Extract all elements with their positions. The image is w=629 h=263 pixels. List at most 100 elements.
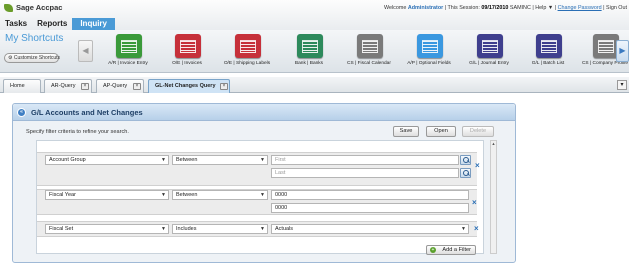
invoices-icon — [175, 34, 201, 58]
optional-fields-icon — [417, 34, 443, 58]
session-date: 09/17/2010 — [481, 5, 509, 11]
filter-field-select[interactable]: Fiscal Year ▼ — [45, 190, 169, 200]
chevron-right-icon: ▶ — [619, 46, 626, 55]
tile-glyph — [482, 39, 498, 53]
scroll-up-icon[interactable]: ▲ — [491, 141, 496, 147]
chevron-down-icon: ▼ — [260, 157, 265, 163]
filter-field-value: Fiscal Year — [49, 192, 76, 198]
scroll-left-button[interactable]: ◀ — [78, 40, 93, 62]
sage-logo-icon — [4, 3, 13, 12]
invoice-entry-icon — [116, 34, 142, 58]
tile-glyph — [121, 39, 137, 53]
session-label: | This Session: — [444, 5, 480, 11]
filter-from-input[interactable]: First — [271, 155, 459, 165]
sign-out-link[interactable]: | Sign Out — [603, 5, 627, 11]
tile-glyph — [541, 39, 557, 53]
collapse-icon[interactable]: « — [17, 108, 26, 117]
add-filter-label: Add a Filter — [442, 247, 471, 253]
change-password-link[interactable]: Change Password — [558, 5, 602, 11]
filter-operator-select[interactable]: Includes ▼ — [172, 224, 268, 234]
filter-from-input[interactable]: 0000 — [271, 190, 469, 200]
bank-icon — [297, 34, 323, 58]
filter-field-value: Account Group — [49, 157, 86, 163]
filter-to-input[interactable]: 0000 — [271, 203, 469, 213]
filter-field-value: Fiscal Set — [49, 226, 74, 232]
shipping-labels-icon — [235, 34, 261, 58]
filter-operator-select[interactable]: Between ▼ — [172, 190, 268, 200]
session-info: Welcome Administrator | This Session: 09… — [384, 5, 627, 11]
top-header: Sage Accpac Welcome Administrator | This… — [0, 0, 629, 30]
scroll-right-button[interactable]: ▶ — [616, 40, 629, 62]
help-menu[interactable]: | Help ▼ | — [532, 5, 556, 11]
filter-value-text: Actuals — [275, 226, 294, 232]
save-button[interactable]: Save — [393, 126, 419, 137]
tab-home[interactable]: Home — [3, 79, 41, 93]
filter-value-select[interactable]: Actuals ▼ — [271, 224, 469, 234]
close-icon[interactable]: × — [81, 83, 89, 90]
filter-field-select[interactable]: Fiscal Set ▼ — [45, 224, 169, 234]
tile-glyph — [598, 39, 614, 53]
shortcut-tile[interactable]: O/E | Shipping Labels — [217, 34, 277, 70]
shortcuts-title: My Shortcuts — [5, 33, 64, 44]
chevron-down-icon: ▼ — [161, 157, 166, 163]
open-button[interactable]: Open — [426, 126, 456, 137]
app-logo: Sage Accpac — [4, 3, 62, 12]
tab-ap-query-label: AP-Query — [103, 83, 128, 89]
search-icon[interactable] — [460, 155, 471, 165]
close-icon[interactable]: × — [220, 83, 228, 90]
shortcut-tile[interactable]: A/P | Optional Fields — [399, 34, 459, 70]
welcome-text: Welcome — [384, 5, 407, 11]
chevron-down-icon: ▼ — [161, 226, 166, 232]
close-icon[interactable]: × — [133, 83, 141, 90]
tab-ar-query-label: AR-Query — [51, 83, 76, 89]
nav-inquiry[interactable]: Inquiry — [72, 18, 115, 30]
shortcuts-ribbon: My Shortcuts ⚙ Customize Shortcuts ◀ A/R… — [0, 30, 629, 73]
shortcut-tile[interactable]: CS | Fiscal Calendar — [339, 34, 399, 70]
user-name[interactable]: Administrator — [408, 5, 443, 11]
company-code: SAMINC — [509, 5, 531, 11]
panel-title: G/L Accounts and Net Changes — [31, 108, 143, 117]
filter-instructions: Specify filter criteria to refine your s… — [26, 129, 129, 135]
nav-reports[interactable]: Reports — [32, 18, 72, 30]
fiscal-calendar-icon — [357, 34, 383, 58]
filter-scrollbar[interactable]: ▲ — [490, 140, 497, 254]
tile-glyph — [240, 39, 256, 53]
shortcut-tile[interactable]: Bank | Banks — [279, 34, 339, 70]
filter-field-select[interactable]: Account Group ▼ — [45, 155, 169, 165]
brand-name: Sage Accpac — [16, 3, 63, 12]
plus-icon: + — [430, 247, 436, 253]
remove-filter-icon[interactable]: × — [474, 224, 479, 233]
tile-glyph — [180, 39, 196, 53]
filter-operator-value: Between — [176, 192, 198, 198]
customize-shortcuts-button[interactable]: ⚙ Customize Shortcuts — [4, 53, 61, 63]
chevron-down-icon: ▾ — [620, 82, 624, 88]
filter-operator-value: Between — [176, 157, 198, 163]
tab-gl-net-changes[interactable]: GL-Net Changes Query — [148, 79, 230, 93]
chevron-down-icon: ▼ — [461, 226, 466, 232]
nav-tasks[interactable]: Tasks — [0, 18, 32, 30]
tile-glyph — [422, 39, 438, 53]
shortcut-tile[interactable]: A/R | Invoice Entry — [98, 34, 158, 70]
delete-button[interactable]: Delete — [462, 126, 494, 137]
tile-glyph — [362, 39, 378, 53]
journal-entry-icon — [477, 34, 503, 58]
tab-list-dropdown[interactable]: ▾ — [617, 80, 627, 90]
chevron-down-icon: ▼ — [260, 192, 265, 198]
chevron-left-icon: ◀ — [82, 46, 89, 55]
customize-label: Customize Shortcuts — [13, 55, 61, 61]
shortcut-tile[interactable]: O/E | Invoices — [157, 34, 217, 70]
filter-operator-select[interactable]: Between ▼ — [172, 155, 268, 165]
remove-filter-icon[interactable]: × — [472, 198, 477, 207]
tab-bar: Home AR-Query × AP-Query × GL-Net Change… — [0, 77, 629, 93]
remove-filter-icon[interactable]: × — [475, 161, 480, 170]
batch-list-icon — [536, 34, 562, 58]
tab-gl-query-label: GL-Net Changes Query — [155, 83, 216, 89]
panel-header: « G/L Accounts and Net Changes — [13, 104, 515, 121]
chevron-down-icon: ▼ — [161, 192, 166, 198]
chevron-down-icon: ▼ — [260, 226, 265, 232]
tile-glyph — [302, 39, 318, 53]
shortcut-tile[interactable]: G/L | Journal Entry — [459, 34, 519, 70]
search-icon[interactable] — [460, 168, 471, 178]
tab-home-label: Home — [10, 83, 25, 89]
filter-to-input[interactable]: Last — [271, 168, 459, 178]
